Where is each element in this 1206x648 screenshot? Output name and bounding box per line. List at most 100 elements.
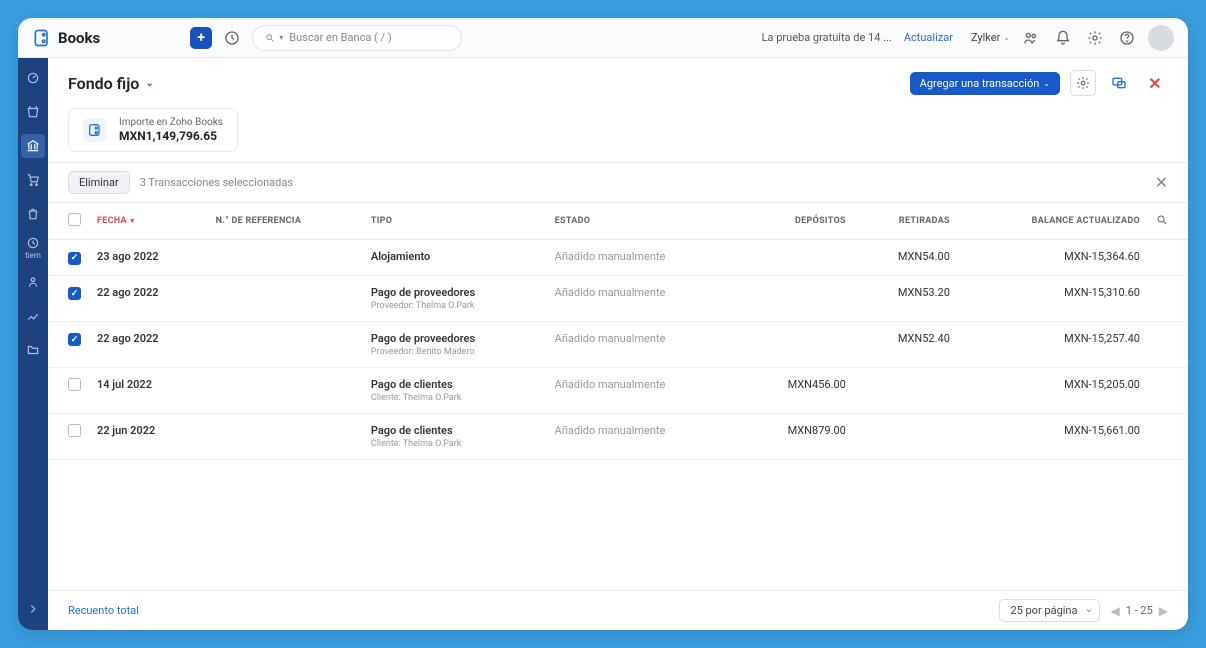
cell-fecha: 22 ago 2022: [89, 275, 208, 321]
selection-bar: Eliminar 3 Transacciones seleccionadas ✕: [48, 162, 1188, 202]
sidebar-item-items[interactable]: [21, 100, 45, 124]
help-icon[interactable]: [1116, 27, 1138, 49]
topbar: Books + ▾ Buscar en Banca ( / ) La prueb…: [18, 18, 1188, 58]
table-row[interactable]: 22 ago 2022 Pago de proveedoresProveedor…: [48, 275, 1188, 321]
column-tipo[interactable]: TIPO: [363, 203, 547, 240]
table-footer: Recuento total 25 por página ◀ 1 - 25 ▶: [48, 590, 1188, 630]
cell-tail: [1148, 321, 1188, 367]
pager-prev-button[interactable]: ◀: [1110, 604, 1119, 618]
sidebar-item-dashboard[interactable]: [21, 66, 45, 90]
pager-range-text: 1 - 25: [1126, 604, 1153, 617]
cell-depositos: [740, 275, 853, 321]
cell-retiradas: MXN54.00: [854, 240, 958, 276]
content: Fondo fijo ⌄ Agregar una transacción ⌄ ✕: [48, 58, 1188, 630]
total-count-link[interactable]: Recuento total: [68, 604, 139, 617]
selection-count-text: 3 Transacciones seleccionadas: [140, 176, 293, 189]
cell-balance: MXN-15,661.00: [958, 413, 1148, 459]
row-checkbox[interactable]: [68, 378, 81, 391]
table-row[interactable]: 23 ago 2022 Alojamiento Añadido manualme…: [48, 240, 1188, 276]
cell-fecha: 22 jun 2022: [89, 413, 208, 459]
search-icon: [265, 33, 275, 43]
cell-fecha: 14 jul 2022: [89, 367, 208, 413]
chat-button[interactable]: [1106, 70, 1132, 96]
column-depositos[interactable]: DEPÓSITOS: [740, 203, 853, 240]
cell-tipo: Pago de proveedoresProveedor: Thelma O.P…: [363, 275, 547, 321]
cell-depositos: MXN879.00: [740, 413, 853, 459]
pager-next-button[interactable]: ▶: [1159, 604, 1168, 618]
reports-icon: [26, 309, 40, 323]
balance-icon: [83, 118, 107, 142]
row-checkbox[interactable]: [68, 333, 81, 346]
sidebar-expand-button[interactable]: [26, 601, 40, 620]
users-icon[interactable]: [1020, 27, 1042, 49]
page-title-dropdown[interactable]: Fondo fijo ⌄: [68, 74, 154, 93]
cell-tipo: Alojamiento: [363, 240, 547, 276]
cell-referencia: [208, 275, 363, 321]
page-header: Fondo fijo ⌄ Agregar una transacción ⌄ ✕: [48, 58, 1188, 108]
sidebar: tiem: [18, 58, 48, 630]
sidebar-item-accountant[interactable]: [21, 270, 45, 294]
row-checkbox[interactable]: [68, 424, 81, 437]
delete-selected-button[interactable]: Eliminar: [68, 171, 130, 194]
column-balance[interactable]: BALANCE ACTUALIZADO: [958, 203, 1148, 240]
cell-tipo: Pago de clientesCliente: Thelma O.Park: [363, 413, 547, 459]
time-icon: [26, 236, 40, 250]
sidebar-item-reports[interactable]: [21, 304, 45, 328]
add-transaction-button[interactable]: Agregar una transacción ⌄: [910, 72, 1060, 95]
column-estado[interactable]: ESTADO: [547, 203, 741, 240]
per-page-select[interactable]: 25 por página: [999, 599, 1100, 622]
cell-fecha: 23 ago 2022: [89, 240, 208, 276]
cell-retiradas: [854, 413, 958, 459]
transactions-table: FECHA▼ N.° DE REFERENCIA TIPO ESTADO DEP…: [48, 203, 1188, 460]
global-search-input[interactable]: ▾ Buscar en Banca ( / ): [252, 25, 462, 51]
cell-referencia: [208, 240, 363, 276]
balance-amount: MXN1,149,796.65: [119, 129, 223, 143]
chevron-down-icon: ⌄: [1003, 33, 1010, 42]
sidebar-item-time[interactable]: tiem: [21, 236, 45, 260]
app-logo[interactable]: Books: [32, 28, 100, 48]
cell-tail: [1148, 240, 1188, 276]
close-button[interactable]: ✕: [1142, 70, 1168, 96]
cell-referencia: [208, 367, 363, 413]
org-switcher[interactable]: Zylker ⌄: [971, 31, 1010, 44]
column-referencia[interactable]: N.° DE REFERENCIA: [208, 203, 363, 240]
recent-activity-icon[interactable]: [222, 28, 242, 48]
cell-estado: Añadido manualmente: [547, 275, 741, 321]
notifications-icon[interactable]: [1052, 27, 1074, 49]
cell-retiradas: MXN52.40: [854, 321, 958, 367]
column-search[interactable]: [1148, 203, 1188, 240]
items-icon: [26, 105, 40, 119]
search-caret-icon: ▾: [279, 33, 283, 42]
close-icon: ✕: [1155, 173, 1168, 192]
sidebar-item-banking[interactable]: [21, 134, 45, 158]
cell-estado: Añadido manualmente: [547, 367, 741, 413]
selection-close-button[interactable]: ✕: [1155, 173, 1168, 192]
table-row[interactable]: 22 jun 2022 Pago de clientesCliente: The…: [48, 413, 1188, 459]
sidebar-item-documents[interactable]: [21, 338, 45, 362]
gear-icon: [1076, 76, 1090, 90]
cell-retiradas: [854, 367, 958, 413]
cell-tipo: Pago de proveedoresProveedor: Benito Mad…: [363, 321, 547, 367]
close-icon: ✕: [1148, 74, 1161, 93]
cart-icon: [26, 173, 40, 187]
chevron-down-icon: ⌄: [145, 78, 153, 89]
row-checkbox[interactable]: [68, 287, 81, 300]
cell-tail: [1148, 413, 1188, 459]
row-checkbox[interactable]: [68, 252, 81, 265]
trial-upgrade-link[interactable]: Actualizar: [904, 31, 953, 44]
global-add-button[interactable]: +: [190, 27, 212, 49]
cell-depositos: MXN456.00: [740, 367, 853, 413]
table-row[interactable]: 22 ago 2022 Pago de proveedoresProveedor…: [48, 321, 1188, 367]
sidebar-item-purchases[interactable]: [21, 202, 45, 226]
page-settings-button[interactable]: [1070, 70, 1096, 96]
column-fecha[interactable]: FECHA▼: [89, 203, 208, 240]
sidebar-item-sales[interactable]: [21, 168, 45, 192]
transactions-table-wrap: FECHA▼ N.° DE REFERENCIA TIPO ESTADO DEP…: [48, 202, 1188, 590]
user-avatar[interactable]: [1148, 25, 1174, 51]
select-all-checkbox[interactable]: [68, 213, 81, 226]
folder-icon: [26, 343, 40, 357]
settings-icon[interactable]: [1084, 27, 1106, 49]
sidebar-label-time: tiem: [25, 251, 41, 260]
table-row[interactable]: 14 jul 2022 Pago de clientesCliente: The…: [48, 367, 1188, 413]
column-retiradas[interactable]: RETIRADAS: [854, 203, 958, 240]
